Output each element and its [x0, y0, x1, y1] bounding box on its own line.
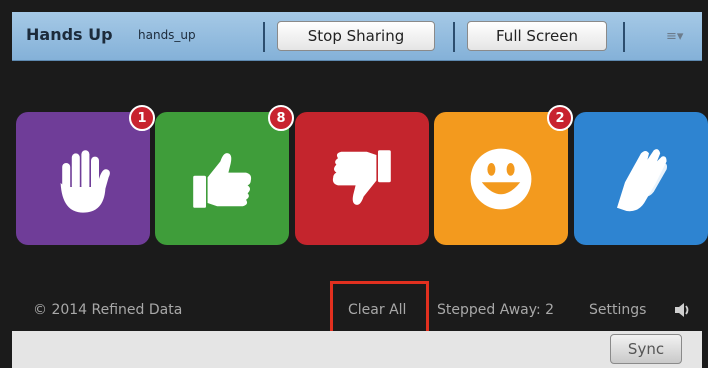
hand-icon: [60, 149, 110, 213]
tile-applause[interactable]: [574, 112, 708, 245]
thumbs-up-icon: [193, 152, 252, 208]
header-divider: [623, 22, 625, 52]
tile-count-badge: 8: [268, 105, 294, 131]
app-header: Hands Up hands_up Stop Sharing Full Scre…: [12, 12, 702, 61]
sync-button[interactable]: Sync: [610, 334, 682, 364]
app-subtitle: hands_up: [138, 28, 196, 42]
tile-thumbs-down[interactable]: [295, 112, 429, 245]
tile-smile[interactable]: 2: [434, 105, 573, 245]
stepped-away-status: Stepped Away: 2: [437, 302, 555, 318]
thumbs-down-icon: [332, 149, 391, 205]
tile-count-badge: 2: [547, 105, 573, 131]
list-menu-icon[interactable]: ≡▾: [666, 29, 683, 44]
stop-sharing-button[interactable]: Stop Sharing: [277, 21, 435, 51]
settings-link[interactable]: Settings: [589, 302, 646, 318]
speaker-icon[interactable]: [673, 300, 693, 320]
clapping-icon: [617, 148, 667, 211]
app-title: Hands Up: [26, 25, 113, 44]
tile-thumbs-up[interactable]: 8: [155, 105, 294, 245]
smiley-icon: [470, 148, 532, 209]
copyright-text: © 2014 Refined Data: [33, 302, 183, 318]
header-divider: [263, 22, 265, 52]
tile-raise-hand[interactable]: 1: [16, 105, 155, 245]
bottom-bar: [12, 331, 702, 368]
full-screen-button[interactable]: Full Screen: [467, 21, 607, 51]
header-divider: [453, 22, 455, 52]
tile-count-badge: 1: [129, 105, 155, 131]
